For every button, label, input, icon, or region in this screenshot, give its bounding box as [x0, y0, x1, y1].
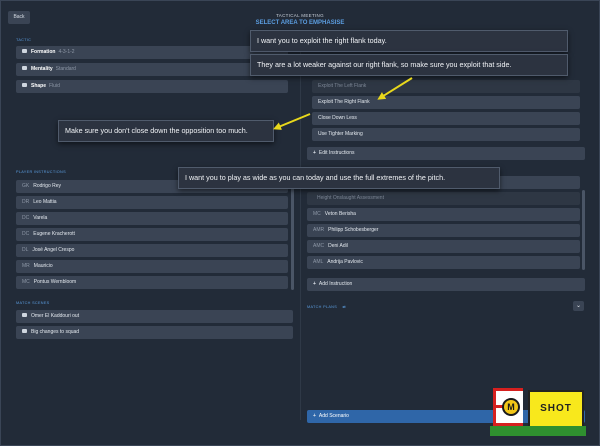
arrow-to-close-down [273, 113, 311, 130]
logo-ball: M [502, 398, 520, 416]
logo-shot: SHOT [528, 390, 584, 428]
logo-grass [490, 426, 586, 436]
arrow-to-right-flank [377, 77, 413, 100]
annotation-arrows [273, 77, 413, 130]
